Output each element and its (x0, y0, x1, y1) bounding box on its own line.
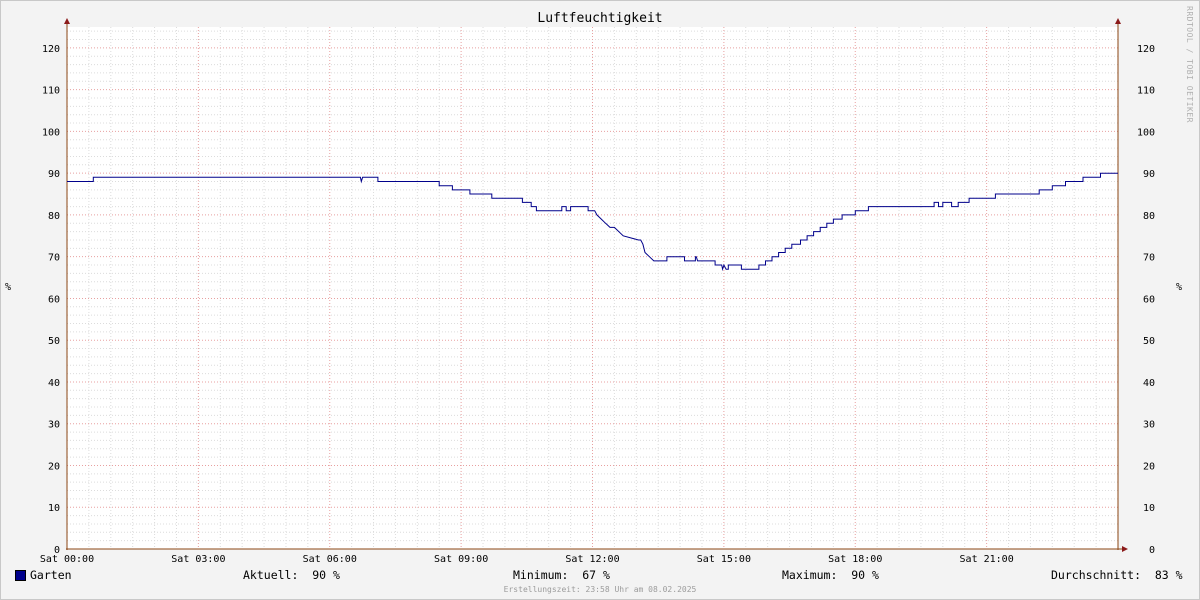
legend-minimum: Minimum: 67 % (513, 568, 610, 582)
y-tick-label-right: 80 (1143, 211, 1155, 222)
x-tick-label: Sat 03:00 (171, 554, 225, 565)
y-tick-label-left: 90 (48, 169, 60, 180)
y-tick-label-right: 60 (1143, 294, 1155, 305)
y-axis-arrow-right (1115, 18, 1121, 24)
y-tick-label-left: 50 (48, 336, 60, 347)
x-tick-label: Sat 21:00 (960, 554, 1014, 565)
y-tick-label-right: 20 (1143, 461, 1155, 472)
y-tick-label-left: 40 (48, 378, 60, 389)
x-tick-label: Sat 06:00 (303, 554, 357, 565)
y-tick-label-right: 120 (1137, 44, 1155, 55)
y-tick-label-right: 30 (1143, 420, 1155, 431)
y-tick-label-right: 70 (1143, 253, 1155, 264)
legend-swatch (15, 570, 26, 581)
legend-maximum: Maximum: 90 % (782, 568, 879, 582)
y-tick-label-left: 60 (48, 294, 60, 305)
y-tick-label-right: 40 (1143, 378, 1155, 389)
y-tick-label-right: 50 (1143, 336, 1155, 347)
x-tick-label: Sat 00:00 (40, 554, 94, 565)
y-axis-arrow-left (64, 18, 70, 24)
y-tick-label-right: 100 (1137, 127, 1155, 138)
y-tick-label-left: 70 (48, 253, 60, 264)
y-tick-label-right: 110 (1137, 86, 1155, 97)
y-tick-label-left: 110 (42, 86, 60, 97)
y-tick-label-left: 80 (48, 211, 60, 222)
x-tick-label: Sat 12:00 (565, 554, 619, 565)
legend-average: Durchschnitt: 83 % (1051, 568, 1183, 582)
y-tick-label-left: 10 (48, 503, 60, 514)
y-tick-label-right: 0 (1149, 545, 1155, 556)
creation-time: Erstellungszeit: 23:58 Uhr am 08.02.2025 (503, 585, 697, 594)
y-tick-label-left: 120 (42, 44, 60, 55)
y-tick-label-right: 10 (1143, 503, 1155, 514)
x-tick-label: Sat 18:00 (828, 554, 882, 565)
x-tick-label: Sat 15:00 (697, 554, 751, 565)
y-tick-label-left: 100 (42, 127, 60, 138)
y-tick-label-right: 90 (1143, 169, 1155, 180)
x-tick-label: Sat 09:00 (434, 554, 488, 565)
legend-current: Aktuell: 90 % (243, 568, 340, 582)
y-tick-label-left: 30 (48, 420, 60, 431)
x-axis-arrow (1122, 546, 1128, 552)
y-tick-label-left: 20 (48, 461, 60, 472)
chart-plot: 0 010 1020 2030 3040 4050 5060 6070 7080 8090 9010… (40, 18, 1155, 565)
legend-series-name: Garten (30, 568, 72, 582)
